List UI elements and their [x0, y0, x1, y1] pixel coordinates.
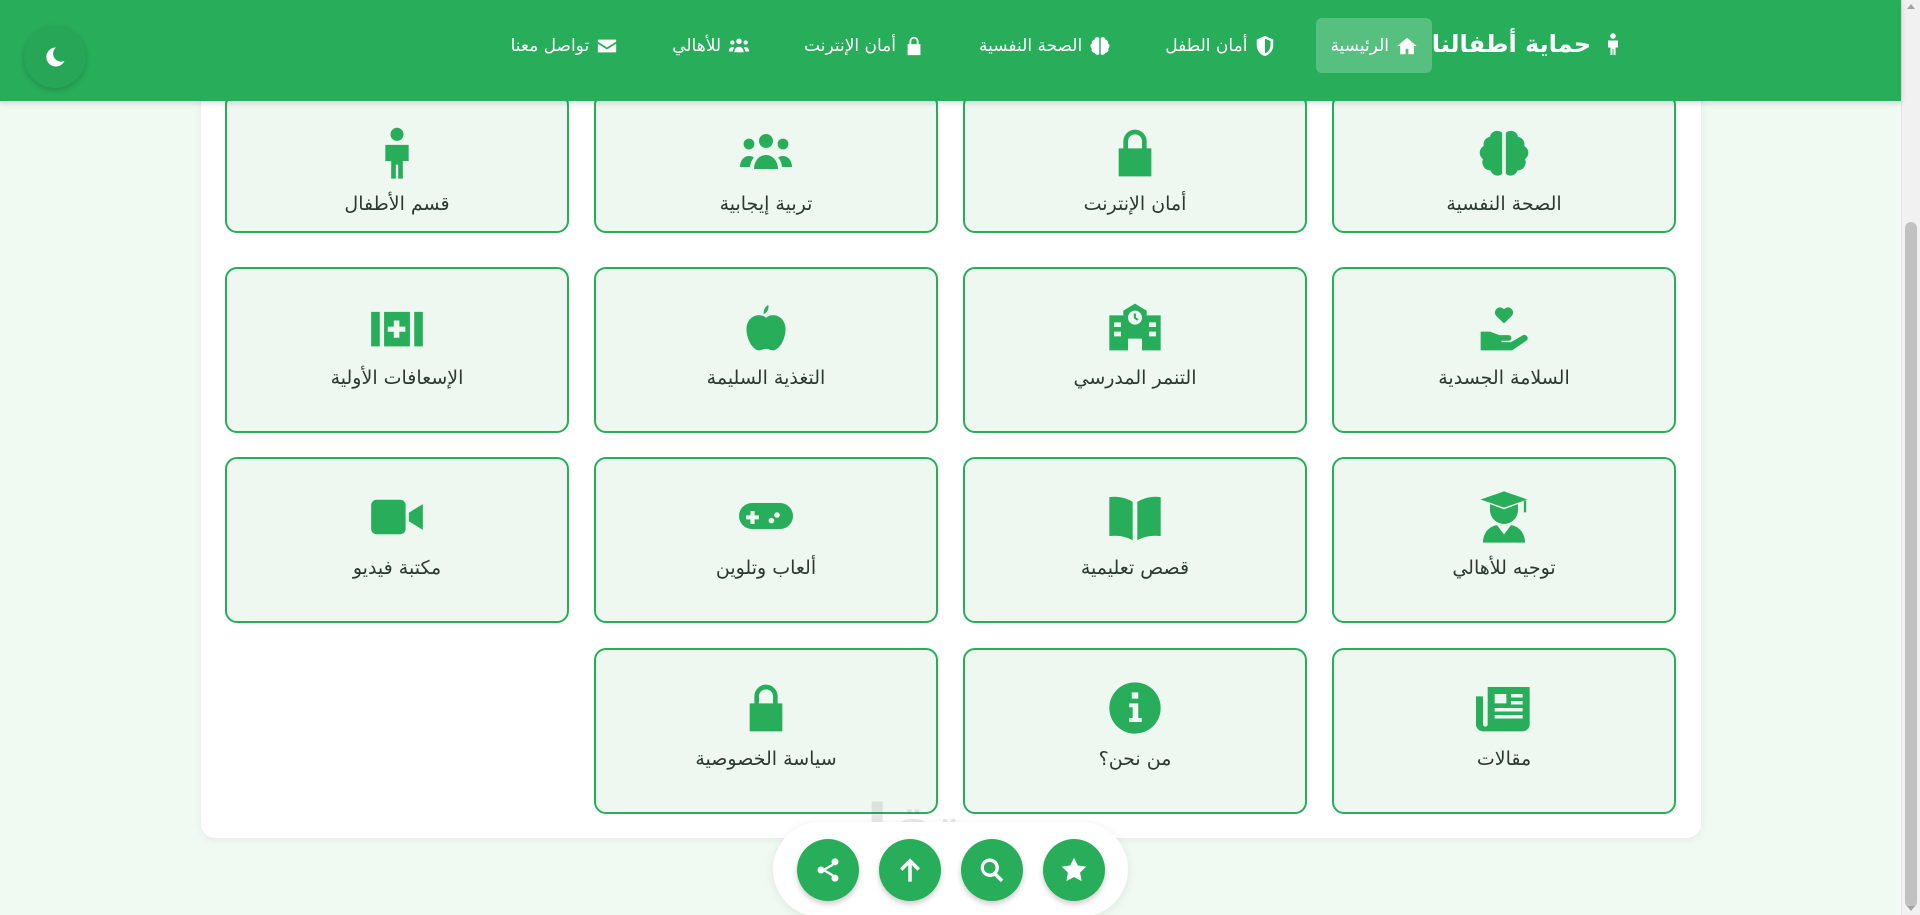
school-icon — [1109, 303, 1161, 351]
nav-item-label: الصحة النفسية — [979, 35, 1083, 56]
card-label: الصحة النفسية — [1446, 193, 1562, 215]
share-icon — [817, 858, 839, 882]
nav-item-contact[interactable]: تواصل معنا — [497, 18, 633, 73]
card-about-us[interactable]: من نحن؟ — [963, 648, 1307, 814]
search-button[interactable] — [961, 839, 1023, 901]
card-video-library[interactable]: مكتبة فيديو — [225, 457, 569, 623]
lock-icon — [907, 36, 921, 55]
card-label: مقالات — [1476, 748, 1532, 770]
nav-item-label: الرئيسية — [1330, 35, 1389, 56]
nav-links: الرئيسية أمان الطفل الصحة النفسية أمان ا… — [497, 18, 1432, 73]
apple-icon — [746, 304, 786, 351]
nav-item-mental-health[interactable]: الصحة النفسية — [965, 18, 1125, 73]
card-label: توجيه للأهالي — [1452, 557, 1556, 579]
nav-item-child-safety[interactable]: أمان الطفل — [1151, 18, 1290, 73]
star-icon — [1061, 857, 1087, 882]
card-privacy-policy[interactable]: سياسة الخصوصية — [594, 648, 938, 814]
card-label: التغذية السليمة — [706, 367, 826, 389]
nav-item-label: للأهالي — [672, 35, 722, 56]
info-icon — [1109, 682, 1161, 734]
search-icon — [980, 858, 1004, 883]
brain-icon — [1479, 130, 1529, 176]
brain-icon — [1090, 36, 1110, 55]
card-label: التنمر المدرسي — [1073, 367, 1197, 389]
card-label: قسم الأطفال — [344, 193, 450, 215]
users-icon — [728, 38, 750, 52]
brand-logo[interactable]: حماية أطفالنا — [1432, 30, 1625, 58]
card-healthy-nutrition[interactable]: التغذية السليمة — [594, 267, 938, 433]
child-icon — [385, 127, 409, 179]
card-kids-section[interactable]: قسم الأطفال — [225, 93, 569, 233]
home-icon — [1397, 37, 1417, 54]
nav-item-parents[interactable]: للأهالي — [658, 18, 764, 73]
card-label: الإسعافات الأولية — [330, 367, 464, 389]
sections-grid: الصحة النفسية أمان الإنترنت تربية إيجابي… — [201, 60, 1701, 838]
nav-item-internet-safety[interactable]: أمان الإنترنت — [790, 18, 939, 73]
card-games-coloring[interactable]: ألعاب وتلوين — [594, 457, 938, 623]
card-label: تربية إيجابية — [719, 193, 813, 215]
card-physical-safety[interactable]: السلامة الجسدية — [1332, 267, 1676, 433]
brand-title: حماية أطفالنا — [1431, 30, 1591, 58]
nav-item-label: أمان الطفل — [1165, 35, 1248, 56]
newspaper-icon — [1476, 687, 1530, 732]
moon-icon — [46, 47, 65, 67]
top-navbar: حماية أطفالنا الرئيسية أمان الطفل الصحة … — [0, 0, 1901, 101]
scroll-down-arrow[interactable] — [1907, 906, 1915, 911]
card-educational-stories[interactable]: قصص تعليمية — [963, 457, 1307, 623]
card-articles[interactable]: مقالات — [1332, 648, 1676, 814]
nav-item-label: أمان الإنترنت — [804, 35, 897, 56]
child-icon — [1608, 33, 1618, 55]
card-first-aid[interactable]: الإسعافات الأولية — [225, 267, 569, 433]
graduate-icon — [1480, 491, 1528, 543]
scrollbar-thumb[interactable] — [1905, 222, 1917, 908]
sections-panel: الصحة النفسية أمان الإنترنت تربية إيجابي… — [201, 60, 1701, 838]
theme-toggle-button[interactable] — [24, 26, 86, 88]
arrow-up-icon — [900, 858, 920, 882]
envelope-icon — [598, 39, 617, 52]
card-mental-health[interactable]: الصحة النفسية — [1332, 93, 1676, 233]
book-icon — [1109, 496, 1161, 541]
video-icon — [371, 499, 423, 535]
hand-heart-icon — [1480, 307, 1528, 351]
lock-icon — [1118, 129, 1152, 177]
scroll-up-arrow[interactable] — [1907, 4, 1915, 9]
card-parent-guidance[interactable]: توجيه للأهالي — [1332, 457, 1676, 623]
lock-icon — [749, 684, 783, 732]
users-icon — [740, 134, 792, 169]
card-label: قصص تعليمية — [1080, 557, 1190, 579]
floating-action-bar — [773, 822, 1128, 915]
card-label: ألعاب وتلوين — [715, 557, 817, 579]
nav-item-home[interactable]: الرئيسية — [1316, 18, 1432, 73]
card-label: أمان الإنترنت — [1083, 193, 1187, 215]
card-label: السلامة الجسدية — [1438, 367, 1570, 389]
favorite-button[interactable] — [1043, 839, 1105, 901]
card-label: سياسة الخصوصية — [695, 748, 837, 770]
share-button[interactable] — [797, 839, 859, 901]
card-positive-parenting[interactable]: تربية إيجابية — [594, 93, 938, 233]
nav-item-label: تواصل معنا — [510, 35, 590, 56]
page-scrollbar[interactable] — [1901, 0, 1920, 915]
shield-icon — [1257, 35, 1274, 56]
card-internet-safety[interactable]: أمان الإنترنت — [963, 93, 1307, 233]
scroll-top-button[interactable] — [879, 839, 941, 901]
card-label: من نحن؟ — [1098, 748, 1172, 770]
card-label: مكتبة فيديو — [352, 557, 442, 579]
first-aid-icon — [371, 311, 423, 347]
card-school-bullying[interactable]: التنمر المدرسي — [963, 267, 1307, 433]
gamepad-icon — [739, 503, 793, 529]
